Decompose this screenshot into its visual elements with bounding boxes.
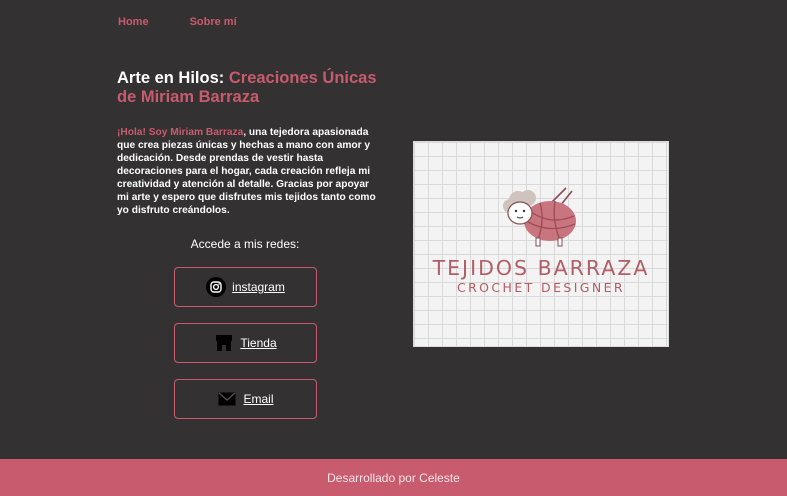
email-label: Email [243, 392, 274, 406]
page-title: Arte en Hilos: Creaciones Únicas de Miri… [117, 69, 387, 107]
intro-greeting: ¡Hola! Soy Miriam Barraza [117, 127, 244, 138]
instagram-label: instagram [232, 280, 285, 294]
instagram-button[interactable]: instagram [174, 267, 317, 307]
title-plain: Arte en Hilos: [117, 69, 229, 87]
envelope-icon [217, 389, 237, 409]
top-nav: Home Sobre mí [118, 16, 237, 28]
email-button[interactable]: Email [174, 379, 317, 419]
instagram-icon [206, 277, 227, 297]
nav-link-about[interactable]: Sobre mí [190, 16, 237, 28]
brand-logo: TEJIDOS BARRAZA CROCHET DESIGNER [413, 141, 669, 347]
store-button[interactable]: Tienda [174, 323, 317, 363]
sheep-yarn-icon [500, 186, 584, 253]
intro-paragraph: ¡Hola! Soy Miriam Barraza, una tejedora … [117, 126, 379, 217]
logo-brand-text: TEJIDOS BARRAZA [432, 256, 650, 280]
footer-credit: Desarrollado por Celeste [327, 470, 460, 485]
store-icon [214, 333, 234, 353]
social-label: Accede a mis redes: [190, 237, 300, 251]
page-footer: Desarrollado por Celeste [0, 459, 787, 496]
store-label: Tienda [240, 336, 277, 350]
intro-body: , una tejedora apasionada que crea pieza… [117, 127, 376, 216]
nav-link-home[interactable]: Home [118, 16, 149, 28]
logo-subtitle-text: CROCHET DESIGNER [456, 280, 626, 295]
